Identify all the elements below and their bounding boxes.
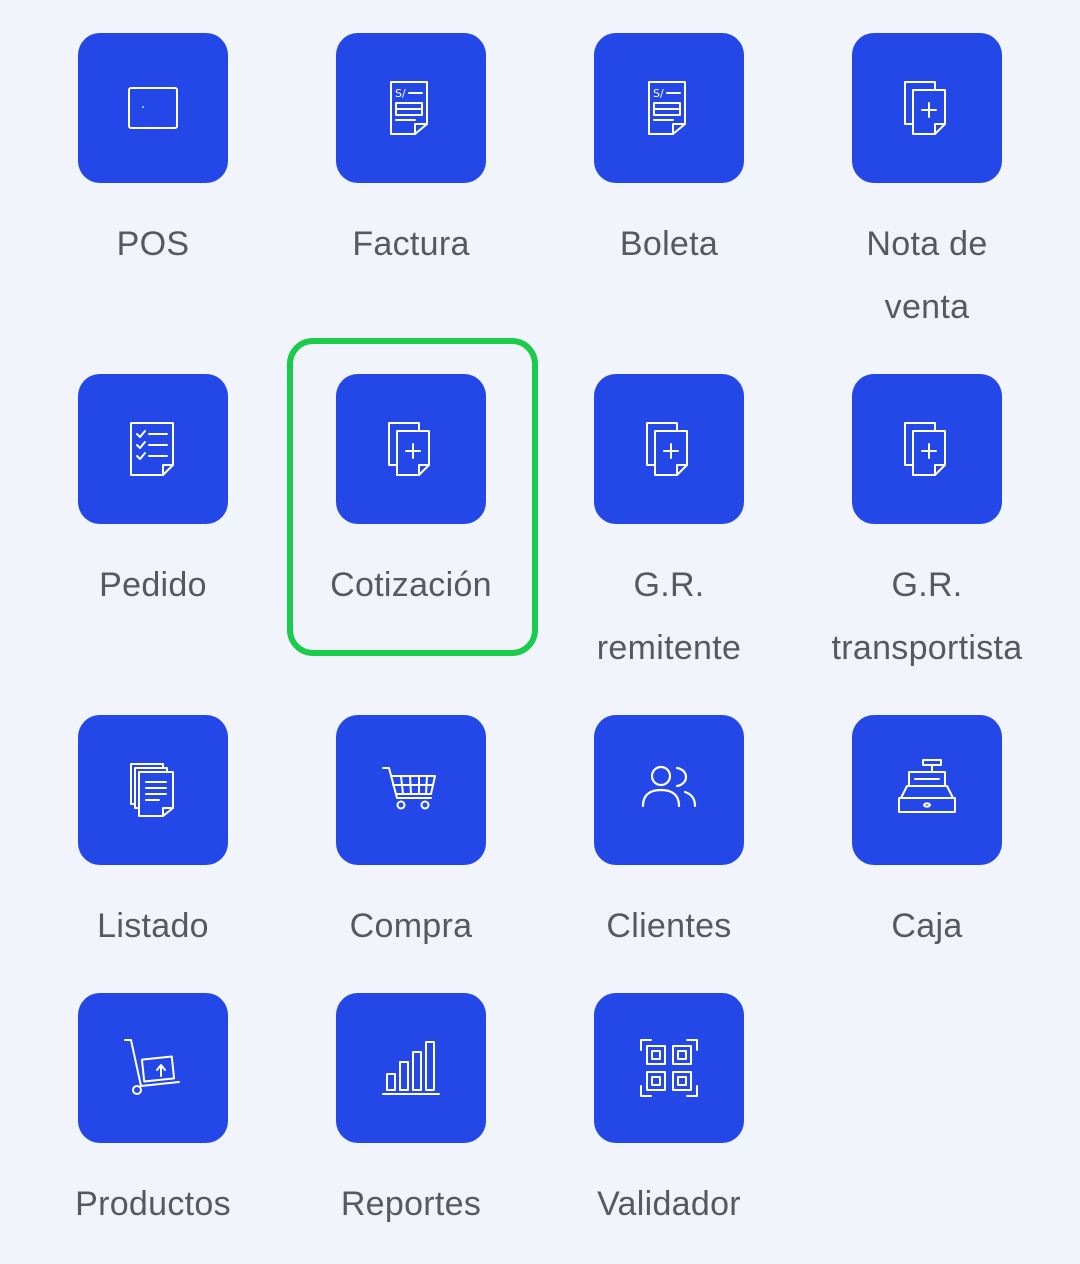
menu-item-label: Productos [75, 1185, 231, 1223]
receipt-icon: S/ [648, 81, 686, 135]
gr-remitente-tile[interactable] [594, 374, 744, 524]
bar-chart-icon [382, 1041, 440, 1095]
menu-item-clientes[interactable]: Clientes [540, 715, 798, 958]
users-icon [641, 765, 697, 808]
menu-item-boleta[interactable]: S/ Boleta [540, 33, 798, 276]
menu-item-label: Validador [597, 1185, 741, 1223]
nota-de-venta-tile[interactable] [852, 33, 1002, 183]
reportes-tile[interactable] [336, 993, 486, 1143]
documents-icon [130, 763, 174, 817]
validador-tile[interactable] [594, 993, 744, 1143]
hand-truck-icon [124, 1039, 180, 1095]
menu-item-pedido[interactable]: Pedido [24, 374, 282, 617]
qr-code-icon [640, 1039, 698, 1097]
menu-item-label: Pedido [99, 566, 207, 604]
boleta-tile[interactable]: S/ [594, 33, 744, 183]
add-document-icon [904, 422, 946, 476]
add-document-icon [388, 422, 430, 476]
add-document-icon [904, 81, 946, 135]
menu-item-label: Factura [352, 225, 470, 263]
menu-item-pos[interactable]: POS [24, 33, 282, 276]
compra-tile[interactable] [336, 715, 486, 865]
cart-icon [382, 767, 436, 810]
invoice-icon: S/ [390, 81, 428, 135]
menu-item-nota-de-venta[interactable]: Nota de venta [798, 33, 1056, 339]
menu-item-label: G.R. transportista [831, 566, 1023, 667]
menu-item-label: G.R. remitente [596, 566, 742, 667]
menu-item-label: Reportes [340, 1185, 482, 1223]
pos-tile[interactable] [78, 33, 228, 183]
menu-item-label: Cotización [330, 566, 492, 604]
menu-item-gr-transportista[interactable]: G.R. transportista [798, 374, 1056, 680]
menu-item-label: Clientes [606, 907, 732, 945]
menu-item-cotizacion[interactable]: Cotización [282, 374, 540, 617]
menu-item-compra[interactable]: Compra [282, 715, 540, 958]
menu-item-validador[interactable]: Validador [540, 993, 798, 1236]
svg-text:S/: S/ [395, 87, 406, 100]
add-document-icon [646, 422, 688, 476]
listado-tile[interactable] [78, 715, 228, 865]
gr-transportista-tile[interactable] [852, 374, 1002, 524]
menu-item-label: Compra [349, 907, 473, 945]
menu-item-label: POS [116, 225, 190, 263]
caja-tile[interactable] [852, 715, 1002, 865]
menu-item-gr-remitente[interactable]: G.R. remitente [540, 374, 798, 680]
tablet-icon [128, 87, 178, 129]
productos-tile[interactable] [78, 993, 228, 1143]
menu-item-factura[interactable]: S/ Factura [282, 33, 540, 276]
cotizacion-tile[interactable] [336, 374, 486, 524]
factura-tile[interactable]: S/ [336, 33, 486, 183]
pedido-tile[interactable] [78, 374, 228, 524]
menu-item-productos[interactable]: Productos [24, 993, 282, 1236]
menu-item-label: Boleta [619, 225, 719, 263]
menu-item-listado[interactable]: Listado [24, 715, 282, 958]
checklist-icon [130, 422, 174, 476]
menu-item-label: Caja [891, 907, 963, 945]
cash-register-icon [898, 759, 956, 813]
svg-text:S/: S/ [653, 87, 664, 100]
menu-item-label: Nota de venta [866, 225, 988, 326]
menu-item-reportes[interactable]: Reportes [282, 993, 540, 1236]
menu-item-label: Listado [97, 907, 209, 945]
clientes-tile[interactable] [594, 715, 744, 865]
menu-item-caja[interactable]: Caja [798, 715, 1056, 958]
